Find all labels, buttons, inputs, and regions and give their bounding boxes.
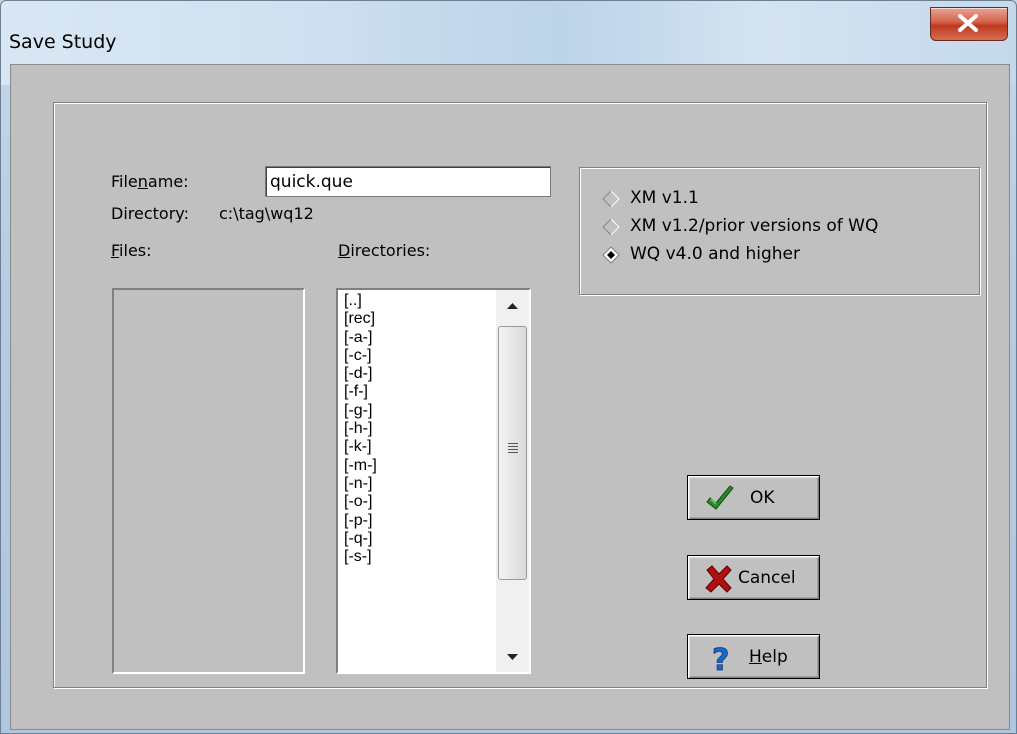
radio-diamond-icon <box>602 218 620 236</box>
directory-list-item[interactable]: [-s-] <box>344 548 377 566</box>
dialog-window: Save Study Filename: quick.que Directory… <box>0 0 1017 734</box>
directory-list-item[interactable]: [-h-] <box>344 420 377 438</box>
close-icon <box>958 14 978 32</box>
radio-label-xm-v12[interactable]: XM v1.2/prior versions of WQ <box>630 216 878 236</box>
files-label: Files: <box>111 241 152 260</box>
directory-list-item[interactable]: [-a-] <box>344 329 377 347</box>
directory-list-item[interactable]: [-f-] <box>344 383 377 401</box>
directories-items: [..] [rec] [-a-] [-c-] [-d-] [-f-] [-g-] [-h-][… <box>344 292 377 566</box>
directory-list-item[interactable]: [rec] <box>344 310 377 328</box>
radio-xm-v12[interactable] <box>602 218 620 236</box>
dialog-client-area: Filename: quick.que Directory: c:\tag\wq… <box>10 64 1010 730</box>
directory-list-item[interactable]: [-g-] <box>344 402 377 420</box>
directory-list-item[interactable]: [-q-] <box>344 530 377 548</box>
help-label: Help <box>749 647 788 667</box>
directory-list-item[interactable]: [-c-] <box>344 347 377 365</box>
filename-input[interactable]: quick.que <box>265 166 551 197</box>
window-title: Save Study <box>9 31 117 53</box>
scroll-thumb[interactable] <box>498 326 527 580</box>
svg-text:?: ? <box>712 643 729 674</box>
radio-diamond-selected-icon <box>602 246 620 264</box>
cancel-button[interactable]: Cancel <box>687 555 820 600</box>
ok-button[interactable]: OK <box>687 475 820 520</box>
radio-wq-v40[interactable] <box>602 246 620 264</box>
directories-scrollbar[interactable] <box>496 290 529 672</box>
radio-label-xm-v11[interactable]: XM v1.1 <box>630 188 699 208</box>
radio-label-wq-v40[interactable]: WQ v4.0 and higher <box>630 244 800 264</box>
question-mark-icon: ? <box>712 643 730 674</box>
directories-label: Directories: <box>338 241 431 260</box>
help-button[interactable]: ? Help <box>687 634 820 679</box>
directory-list-item[interactable]: [-o-] <box>344 493 377 511</box>
directory-list-item[interactable]: [-p-] <box>344 512 377 530</box>
directory-list-item[interactable]: [..] <box>344 292 377 310</box>
cancel-label: Cancel <box>738 568 796 588</box>
format-groupbox: XM v1.1 XM v1.2/prior versions of WQ WQ … <box>579 167 980 295</box>
files-listbox[interactable] <box>112 288 305 674</box>
scroll-grip-icon <box>508 443 518 455</box>
directory-value: c:\tag\wq12 <box>219 204 314 223</box>
directory-list-item[interactable]: [-n-] <box>344 475 377 493</box>
directory-list-item[interactable]: [-k-] <box>344 438 377 456</box>
radio-diamond-icon <box>602 190 620 208</box>
filename-label: Filename: <box>111 172 189 191</box>
ok-label: OK <box>750 488 775 508</box>
scroll-down-icon <box>507 654 518 660</box>
radio-xm-v11[interactable] <box>602 190 620 208</box>
x-cross-icon <box>705 565 732 593</box>
directories-listbox[interactable]: [..] [rec] [-a-] [-c-] [-d-] [-f-] [-g-] [-h-][… <box>336 288 531 674</box>
scroll-up-icon <box>507 303 518 309</box>
scroll-up-arrow[interactable] <box>496 290 529 318</box>
checkmark-icon <box>706 485 734 510</box>
main-groupbox: Filename: quick.que Directory: c:\tag\wq… <box>53 102 987 688</box>
close-button[interactable] <box>930 7 1008 41</box>
directory-label: Directory: <box>111 204 189 223</box>
directory-list-item[interactable]: [-m-] <box>344 457 377 475</box>
directory-list-item[interactable]: [-d-] <box>344 365 377 383</box>
scroll-down-arrow[interactable] <box>496 644 529 672</box>
